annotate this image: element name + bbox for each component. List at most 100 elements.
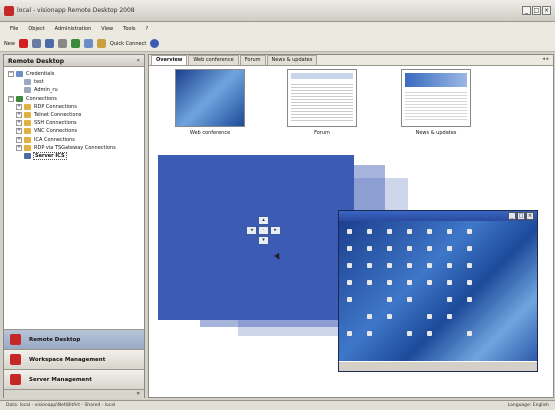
desktop-shortcut-icon[interactable] [387, 314, 392, 319]
nav-center-button[interactable]: · [258, 226, 269, 235]
maximize-button[interactable]: □ [532, 6, 541, 15]
desktop-shortcut-icon[interactable] [367, 263, 372, 268]
remote-close-button[interactable]: × [526, 212, 534, 220]
desktop-shortcut-icon[interactable] [467, 229, 472, 234]
tree-item[interactable]: + RDP via TSGateway Connections [8, 144, 144, 152]
menu-view[interactable]: View [101, 26, 113, 32]
nav-up-button[interactable]: ▴ [258, 216, 269, 225]
tree-expander-icon[interactable]: − [8, 95, 14, 102]
nav-right-button[interactable]: ▸ [270, 226, 281, 235]
desktop-shortcut-icon[interactable] [427, 331, 432, 336]
disconnect-icon[interactable] [57, 39, 67, 48]
tree-expander-icon[interactable]: + [16, 136, 22, 143]
nav-button[interactable]: Workspace Management [4, 349, 144, 369]
tree-item[interactable]: Admin_ru [8, 86, 144, 94]
connect-icon[interactable] [44, 39, 54, 48]
tree-item[interactable]: test [8, 78, 144, 86]
desktop-shortcut-icon[interactable] [347, 229, 352, 234]
desktop-shortcut-icon[interactable] [367, 331, 372, 336]
desktop-shortcut-icon[interactable] [447, 229, 452, 234]
tree-item[interactable]: + RDP Connections [8, 103, 144, 111]
desktop-shortcut-icon[interactable] [367, 314, 372, 319]
tree-item[interactable]: − Connections [8, 95, 144, 103]
tab-item[interactable]: News & updates [266, 55, 318, 65]
quick-connect-button[interactable]: Quick Connect [110, 41, 146, 47]
collapse-panel-button[interactable]: « [136, 57, 140, 64]
nav-left-button[interactable]: ◂ [246, 226, 257, 235]
new-button[interactable]: New [4, 41, 15, 47]
nav-button[interactable]: Server Management [4, 369, 144, 389]
menu-object[interactable]: Object [28, 26, 44, 32]
remote-desktop-screen[interactable] [339, 221, 537, 363]
tree-expander-icon[interactable]: − [8, 71, 14, 78]
tab-item[interactable]: Overview [151, 55, 188, 65]
tree-item[interactable]: + Telnet Connections [8, 111, 144, 119]
help-icon[interactable] [150, 39, 160, 48]
tree-item[interactable]: + ICA Connections [8, 136, 144, 144]
desktop-shortcut-icon[interactable] [407, 246, 412, 251]
desktop-shortcut-icon[interactable] [447, 314, 452, 319]
tab-item[interactable]: Web conference [188, 55, 239, 65]
remote-desktop-window[interactable]: _ □ × [338, 210, 538, 372]
desktop-shortcut-icon[interactable] [427, 280, 432, 285]
desktop-shortcut-icon[interactable] [407, 297, 412, 302]
tree-expander-icon[interactable]: + [16, 144, 22, 151]
thumbnail-forum[interactable] [287, 69, 357, 127]
desktop-shortcut-icon[interactable] [427, 246, 432, 251]
desktop-shortcut-icon[interactable] [387, 297, 392, 302]
minimize-button[interactable]: _ [522, 6, 531, 15]
desktop-shortcut-icon[interactable] [447, 246, 452, 251]
desktop-shortcut-icon[interactable] [427, 314, 432, 319]
nav-button[interactable]: Remote Desktop [4, 329, 144, 349]
desktop-shortcut-icon[interactable] [387, 246, 392, 251]
desktop-shortcut-icon[interactable] [407, 229, 412, 234]
tree-item[interactable]: − Credentials [8, 70, 144, 78]
expand-more-button[interactable]: » [4, 389, 144, 399]
desktop-shortcut-icon[interactable] [447, 297, 452, 302]
tree-expander-icon[interactable]: + [16, 103, 22, 110]
tree-expander-icon[interactable]: + [16, 112, 22, 119]
desktop-shortcut-icon[interactable] [367, 229, 372, 234]
menu-help[interactable]: ? [145, 26, 148, 32]
desktop-shortcut-icon[interactable] [367, 280, 372, 285]
close-button[interactable]: × [542, 6, 551, 15]
desktop-shortcut-icon[interactable] [347, 297, 352, 302]
desktop-shortcut-icon[interactable] [407, 280, 412, 285]
desktop-shortcut-icon[interactable] [387, 280, 392, 285]
desktop-shortcut-icon[interactable] [467, 297, 472, 302]
tab-item[interactable]: Forum [239, 55, 266, 65]
tree-expander-icon[interactable]: + [16, 120, 22, 127]
remote-maximize-button[interactable]: □ [517, 212, 525, 220]
thumbnail-web-conference[interactable] [175, 69, 245, 127]
desktop-shortcut-icon[interactable] [447, 280, 452, 285]
desktop-shortcut-icon[interactable] [407, 331, 412, 336]
nav-down-button[interactable]: ▾ [258, 236, 269, 245]
tree-item[interactable]: Server ICS [8, 151, 144, 160]
tab-scroll-arrows[interactable]: ◂ ▸ [542, 56, 549, 62]
desktop-shortcut-icon[interactable] [467, 263, 472, 268]
desktop-shortcut-icon[interactable] [387, 229, 392, 234]
desktop-shortcut-icon[interactable] [427, 229, 432, 234]
thumbnail-news-updates[interactable] [401, 69, 471, 127]
desktop-shortcut-icon[interactable] [387, 263, 392, 268]
tree-item[interactable]: + VNC Connections [8, 127, 144, 135]
desktop-shortcut-icon[interactable] [347, 280, 352, 285]
menu-tools[interactable]: Tools [123, 26, 135, 32]
tree-item[interactable]: + SSH Connections [8, 119, 144, 127]
menu-file[interactable]: File [10, 26, 18, 32]
desktop-shortcut-icon[interactable] [347, 246, 352, 251]
refresh-icon[interactable] [70, 39, 80, 48]
delete-icon[interactable] [18, 39, 28, 48]
desktop-shortcut-icon[interactable] [467, 246, 472, 251]
desktop-shortcut-icon[interactable] [467, 280, 472, 285]
desktop-shortcut-icon[interactable] [347, 331, 352, 336]
desktop-shortcut-icon[interactable] [467, 331, 472, 336]
properties-icon[interactable] [83, 39, 93, 48]
remote-minimize-button[interactable]: _ [508, 212, 516, 220]
binoculars-icon[interactable] [31, 39, 41, 48]
desktop-shortcut-icon[interactable] [347, 263, 352, 268]
tree-expander-icon[interactable]: + [16, 128, 22, 135]
desktop-shortcut-icon[interactable] [407, 263, 412, 268]
menu-administration[interactable]: Administration [55, 26, 92, 32]
desktop-shortcut-icon[interactable] [367, 246, 372, 251]
